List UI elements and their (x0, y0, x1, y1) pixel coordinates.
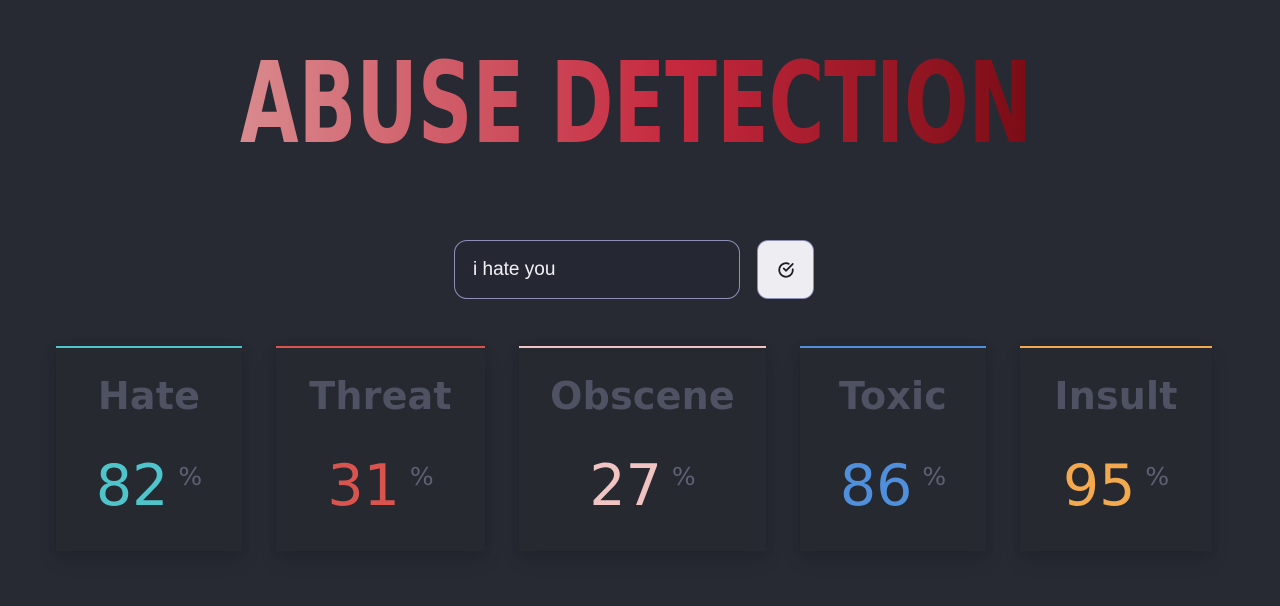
percent-sign: % (409, 462, 434, 491)
card-score: 82% (56, 458, 242, 515)
score-value: 31 (327, 453, 400, 519)
percent-sign: % (671, 462, 696, 491)
card-toxic: Toxic 86% (800, 346, 986, 551)
submit-button[interactable] (757, 240, 814, 299)
check-circle-icon (777, 261, 795, 279)
card-title: Hate (97, 374, 201, 418)
card-title: Obscene (550, 374, 735, 418)
score-value: 86 (839, 453, 913, 519)
card-title: Threat (309, 374, 452, 418)
card-obscene: Obscene 27% (519, 346, 766, 551)
percent-sign: % (1145, 462, 1170, 491)
score-value: 27 (589, 453, 662, 519)
card-score: 95% (1020, 458, 1212, 515)
score-value: 82 (95, 453, 169, 519)
logo: ABUSE DETECTION (236, 20, 1036, 165)
card-score: 31% (276, 458, 485, 515)
card-threat: Threat 31% (276, 346, 485, 551)
score-value: 95 (1062, 453, 1136, 519)
card-title: Insult (1054, 374, 1178, 418)
card-score: 27% (519, 458, 766, 515)
card-score: 86% (800, 458, 986, 515)
percent-sign: % (922, 462, 947, 491)
card-insult: Insult 95% (1020, 346, 1212, 551)
percent-sign: % (178, 462, 203, 491)
card-hate: Hate 82% (56, 346, 242, 551)
text-input[interactable] (454, 240, 740, 299)
logo-text: ABUSE DETECTION (240, 39, 1032, 165)
card-title: Toxic (838, 374, 948, 418)
